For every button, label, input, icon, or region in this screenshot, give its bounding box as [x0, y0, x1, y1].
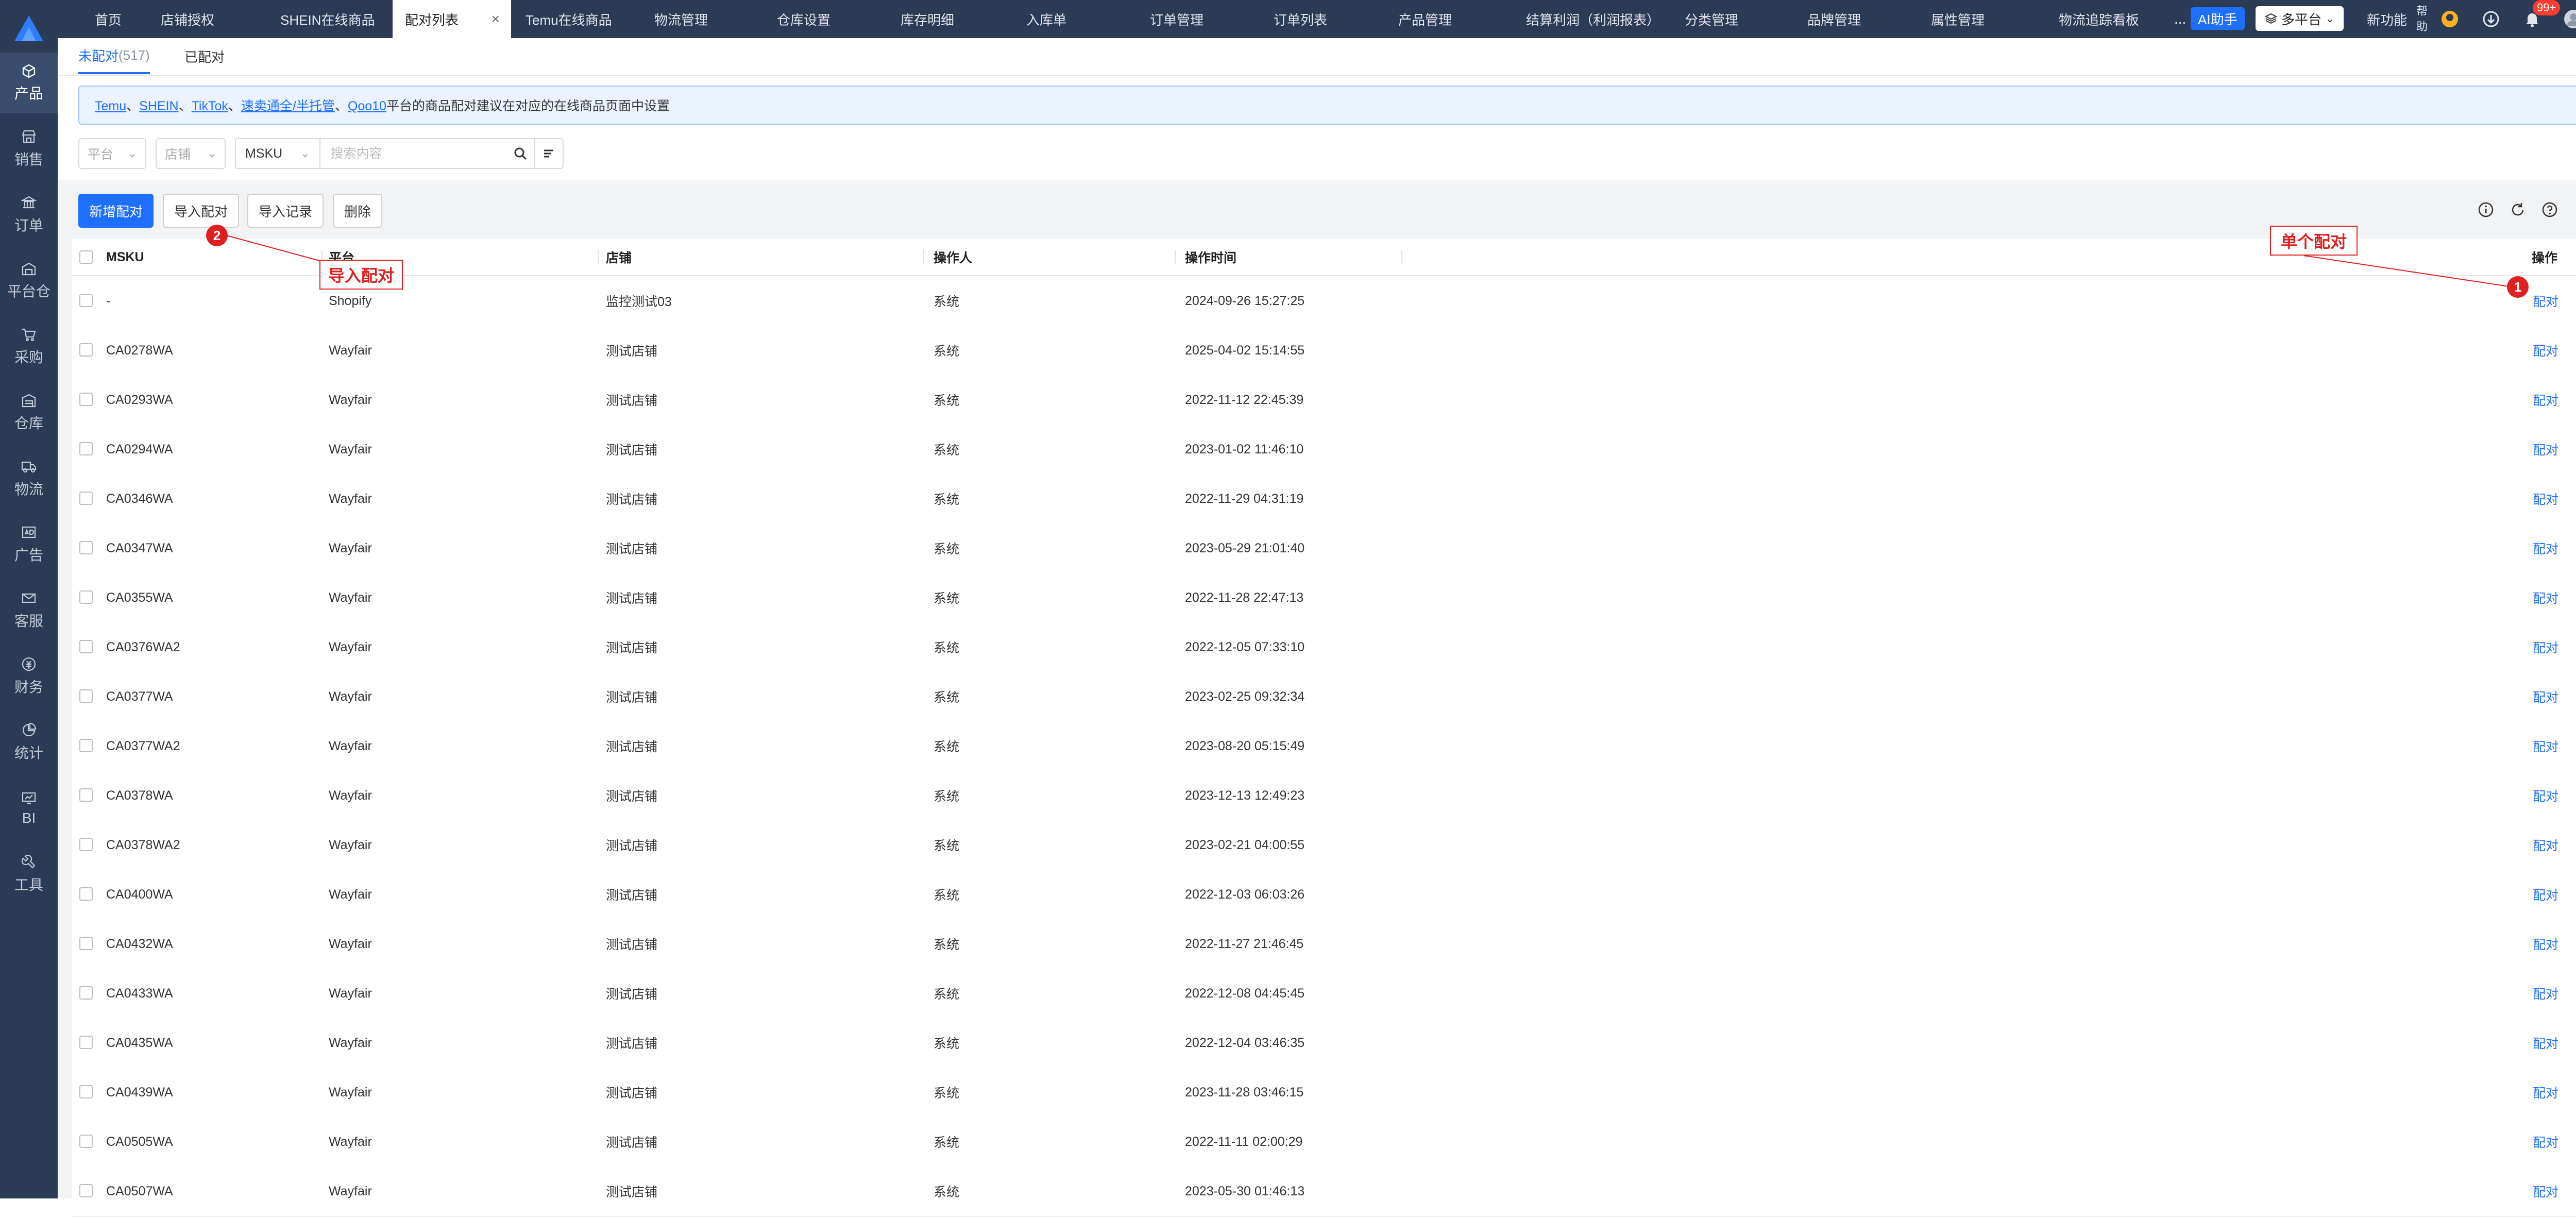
annotation-marker-2: 2: [206, 225, 228, 246]
annotation-lines: [224, 234, 2510, 287]
annotation-marker-1: 1: [2507, 276, 2529, 298]
annotation-single-pair: 单个配对: [2270, 226, 2358, 256]
annotation-import-pair: 导入配对: [319, 260, 403, 290]
